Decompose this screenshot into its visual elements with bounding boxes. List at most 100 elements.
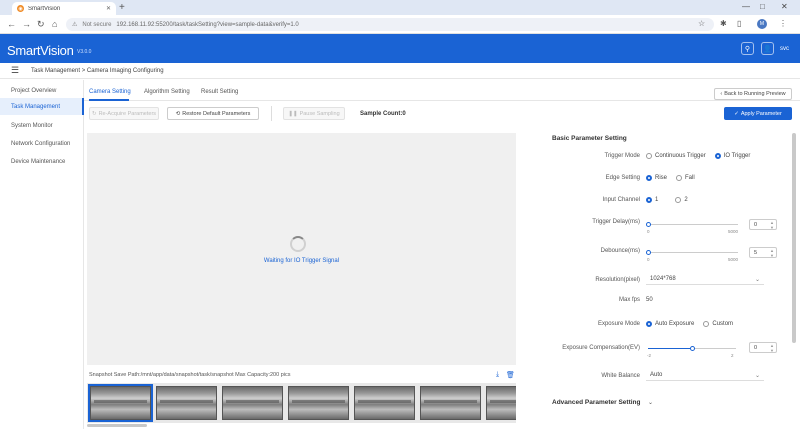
reacquire-parameters-button[interactable]: ↻ Re-Acquire Parameters [89,107,159,120]
chevron-down-icon[interactable]: ⌄ [648,399,653,406]
close-window-icon[interactable]: ✕ [781,2,788,11]
io-trigger-radio[interactable] [714,153,721,159]
sidebar-item-network-configuration[interactable]: Network Configuration [0,135,84,152]
back-to-preview-button[interactable]: ‹ Back to Running Preview [714,88,792,100]
browser-tab[interactable]: ◉ SmartVision ✕ [12,2,116,15]
trigger-delay-slider[interactable] [648,224,738,225]
sidebar-item-system-monitor[interactable]: System Monitor [0,117,84,134]
user-name[interactable]: svc [780,46,789,52]
menu-toggle-icon[interactable]: ☰ [11,65,19,76]
resolution-select[interactable]: 1024*768 ⌄ [646,274,764,285]
back-arrow-icon[interactable]: ← [7,19,16,29]
tab-algorithm-setting[interactable]: Algorithm Setting [144,89,190,95]
extensions-icon[interactable]: ✱ [720,19,727,29]
exposure-compensation-fill [648,348,692,349]
thumbnail-image[interactable] [486,386,516,420]
thumbnail-image[interactable] [88,384,153,422]
channel-1-label: 1 [655,197,659,203]
debounce-slider[interactable] [648,252,738,253]
toolbar-divider [271,106,272,121]
pause-sampling-button[interactable]: ❚❚ Pause Sampling [283,107,345,120]
language-icon[interactable]: ⚲ [741,42,754,55]
panel-scrollbar[interactable] [792,133,796,343]
chevron-down-icon: ⌄ [754,276,760,283]
thumbnail-image[interactable] [222,386,283,420]
split-screen-icon[interactable]: ▯ [737,19,741,29]
debounce-max: 5000 [728,257,739,262]
custom-exposure-label: Custom [712,321,734,327]
sidebar-item-project-overview[interactable]: Project Overview [0,82,84,99]
tab-camera-setting[interactable]: Camera Setting [89,89,131,95]
auto-exposure-radio[interactable] [646,321,652,327]
custom-exposure-radio[interactable] [703,321,710,327]
trigger-delay-input[interactable]: 0 ▲ ▼ [749,219,777,230]
debounce-input[interactable]: 5 ▲ ▼ [749,247,777,258]
back-to-preview-label: Back to Running Preview [724,91,786,97]
fall-label: Fall [685,175,695,181]
delete-icon[interactable]: 🗑 [506,371,515,379]
thumbnail-image[interactable] [156,386,217,420]
restore-default-button[interactable]: ⟲ Restore Default Parameters [167,107,259,120]
max-fps-label: Max fps [618,297,640,303]
advanced-parameter-title[interactable]: Advanced Parameter Setting [552,399,641,406]
minimize-window-icon[interactable]: — [742,2,750,11]
debounce-value: 5 [754,249,758,256]
stepper-icon[interactable]: ▲ ▼ [770,343,774,353]
close-tab-icon[interactable]: ✕ [106,5,111,12]
pause-icon: ❚❚ [288,110,298,117]
thumbnail-strip [87,383,516,423]
exposure-compensation-min: -2 [647,353,652,358]
profile-avatar[interactable]: M [757,19,767,29]
thumbnail-image[interactable] [288,386,349,420]
exposure-compensation-input[interactable]: 0 ▲ ▼ [749,342,777,353]
trigger-delay-value: 0 [754,221,758,228]
download-icon[interactable]: ⤓ [496,371,499,379]
fall-radio[interactable] [676,175,683,181]
new-tab-icon[interactable]: + [119,2,125,13]
thumbnail-scrollbar[interactable] [87,424,147,427]
maximize-window-icon[interactable]: □ [760,2,765,11]
continuous-trigger-radio[interactable] [646,153,652,159]
waiting-trigger-message: Waiting for IO Trigger Signal [263,258,340,264]
check-icon: ✓ [734,110,739,117]
thumbnail-image[interactable] [354,386,415,420]
bookmark-star-icon[interactable]: ☆ [698,19,705,29]
debounce-label: Debounce(ms) [600,248,640,254]
debounce-handle[interactable] [646,250,652,255]
home-icon[interactable]: ⌂ [52,19,57,29]
white-balance-select[interactable]: Auto ⌄ [646,370,764,381]
channel-1-radio[interactable] [646,197,652,203]
breadcrumb: Task Management > Camera Imaging Configu… [31,68,164,74]
active-tab-indicator [89,99,129,101]
pause-sampling-label: Pause Sampling [299,110,340,117]
exposure-compensation-value: 0 [754,344,758,351]
exposure-compensation-handle[interactable] [690,346,695,351]
continuous-trigger-label: Continuous Trigger [655,153,706,159]
smartvision-favicon-icon: ◉ [17,5,24,12]
sidebar-item-device-maintenance[interactable]: Device Maintenance [0,153,84,170]
loading-spinner-icon [290,236,306,252]
trigger-delay-max: 5000 [728,229,739,234]
trigger-delay-handle[interactable] [646,222,651,227]
stepper-icon[interactable]: ▲ ▼ [770,248,774,258]
input-channel-label: Input Channel [602,197,640,203]
exposure-compensation-max: 2 [731,353,734,358]
url-field[interactable]: ⚠ Not secure 192.168.11.92:55200/task/ta… [66,18,714,31]
more-menu-icon[interactable]: ⋮ [779,19,787,29]
rise-label: Rise [655,175,668,181]
rise-radio[interactable] [646,175,652,181]
user-icon[interactable]: 👤 [761,42,774,55]
auto-exposure-label: Auto Exposure [655,321,695,327]
sidebar-item-task-management[interactable]: Task Management [0,98,84,115]
chevron-down-icon: ⌄ [754,372,760,379]
basic-parameter-title: Basic Parameter Setting [552,135,627,142]
apply-parameter-button[interactable]: ✓ Apply Parameter [724,107,792,120]
tab-result-setting[interactable]: Result Setting [201,89,238,95]
stepper-icon[interactable]: ▲ ▼ [770,220,774,230]
channel-2-radio[interactable] [675,197,682,203]
thumbnail-image[interactable] [420,386,481,420]
not-secure-icon: ⚠ [72,22,78,28]
forward-arrow-icon[interactable]: → [22,19,31,29]
sample-count: Sample Count:0 [360,111,406,117]
reload-icon[interactable]: ↻ [37,19,45,29]
